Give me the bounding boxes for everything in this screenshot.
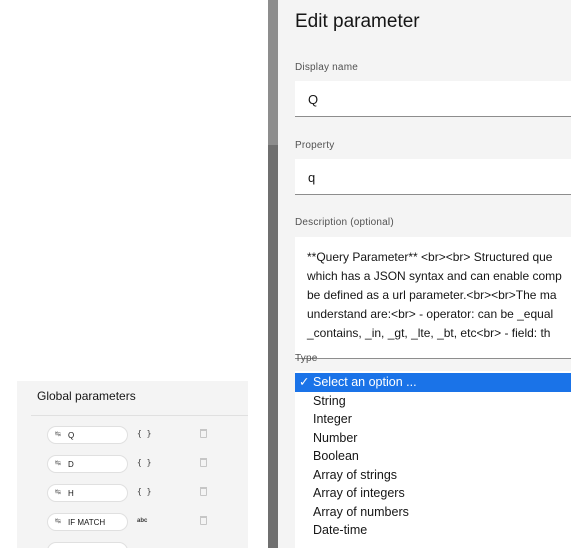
type-option-date-time[interactable]: Date-time: [295, 521, 571, 540]
description-line: which has a JSON syntax and can enable c…: [307, 269, 562, 283]
parameter-tag[interactable]: [47, 542, 128, 548]
description-label: Description (optional): [295, 217, 394, 228]
description-line: understand are:<br> - operator: can be _…: [307, 307, 554, 321]
string-type-icon: abc: [137, 518, 148, 524]
type-option-array-of-integers[interactable]: Array of integers: [295, 484, 571, 503]
type-option-array-of-strings[interactable]: Array of strings: [295, 466, 571, 485]
global-parameter-row[interactable]: ↹ D { }: [47, 455, 247, 473]
modal-overlay-edge: [268, 0, 278, 548]
type-option-integer[interactable]: Integer: [295, 410, 571, 429]
description-line: _contains, _in, _gt, _lte, _bt, etc<br> …: [307, 326, 551, 340]
trash-icon[interactable]: [200, 429, 207, 438]
display-name-input[interactable]: Q: [295, 81, 571, 117]
check-icon: ✓: [299, 375, 310, 389]
trash-icon[interactable]: [200, 516, 207, 525]
display-name-value: Q: [308, 92, 319, 107]
type-option-placeholder[interactable]: ✓ Select an option ...: [295, 373, 571, 392]
global-parameters-panel: Global parameters ↹ Q { } ↹ D { } ↹ H { …: [17, 381, 248, 548]
display-name-label: Display name: [295, 62, 358, 73]
parameter-tag[interactable]: ↹ IF MATCH: [47, 513, 128, 531]
description-text: **Query Parameter** <br><br> Structured …: [307, 248, 571, 343]
parameter-name: IF MATCH: [68, 518, 106, 527]
parameter-icon: ↹: [55, 431, 61, 438]
type-option-string[interactable]: String: [295, 392, 571, 411]
parameter-name: Q: [68, 431, 75, 440]
parameter-icon: ↹: [55, 518, 61, 525]
property-label: Property: [295, 140, 335, 151]
trash-icon[interactable]: [200, 487, 207, 496]
type-label: Type: [295, 353, 318, 364]
description-textarea[interactable]: **Query Parameter** <br><br> Structured …: [295, 237, 571, 359]
global-parameters-title: Global parameters: [37, 389, 136, 403]
type-option-boolean[interactable]: Boolean: [295, 447, 571, 466]
parameter-tag[interactable]: ↹ D: [47, 455, 128, 473]
parameter-name: D: [68, 460, 74, 469]
parameter-tag[interactable]: ↹ H: [47, 484, 128, 502]
type-option-array-of-numbers[interactable]: Array of numbers: [295, 503, 571, 522]
modal-title: Edit parameter: [295, 11, 420, 32]
type-select-dropdown[interactable]: ✓ Select an option ... String Integer Num…: [295, 371, 571, 548]
object-type-icon: { }: [137, 487, 152, 496]
global-parameter-row[interactable]: ↹ Q { }: [47, 426, 247, 444]
parameter-icon: ↹: [55, 489, 61, 496]
edit-parameter-modal: Edit parameter Display name Q Property q…: [278, 0, 571, 548]
parameter-name: H: [68, 489, 74, 498]
property-value: q: [308, 170, 316, 185]
object-type-icon: { }: [137, 429, 152, 438]
property-input[interactable]: q: [295, 159, 571, 195]
trash-icon[interactable]: [200, 458, 207, 467]
divider: [31, 415, 248, 416]
description-line: **Query Parameter** <br><br> Structured …: [307, 250, 553, 264]
object-type-icon: { }: [137, 458, 152, 467]
overlay-band: [268, 145, 278, 548]
parameter-tag[interactable]: ↹ Q: [47, 426, 128, 444]
global-parameter-row[interactable]: [47, 542, 247, 548]
global-parameter-row[interactable]: ↹ IF MATCH abc: [47, 513, 247, 531]
type-option-number[interactable]: Number: [295, 429, 571, 448]
parameter-icon: ↹: [55, 460, 61, 467]
description-line: be defined as a url parameter.<br><br>Th…: [307, 288, 557, 302]
global-parameter-row[interactable]: ↹ H { }: [47, 484, 247, 502]
